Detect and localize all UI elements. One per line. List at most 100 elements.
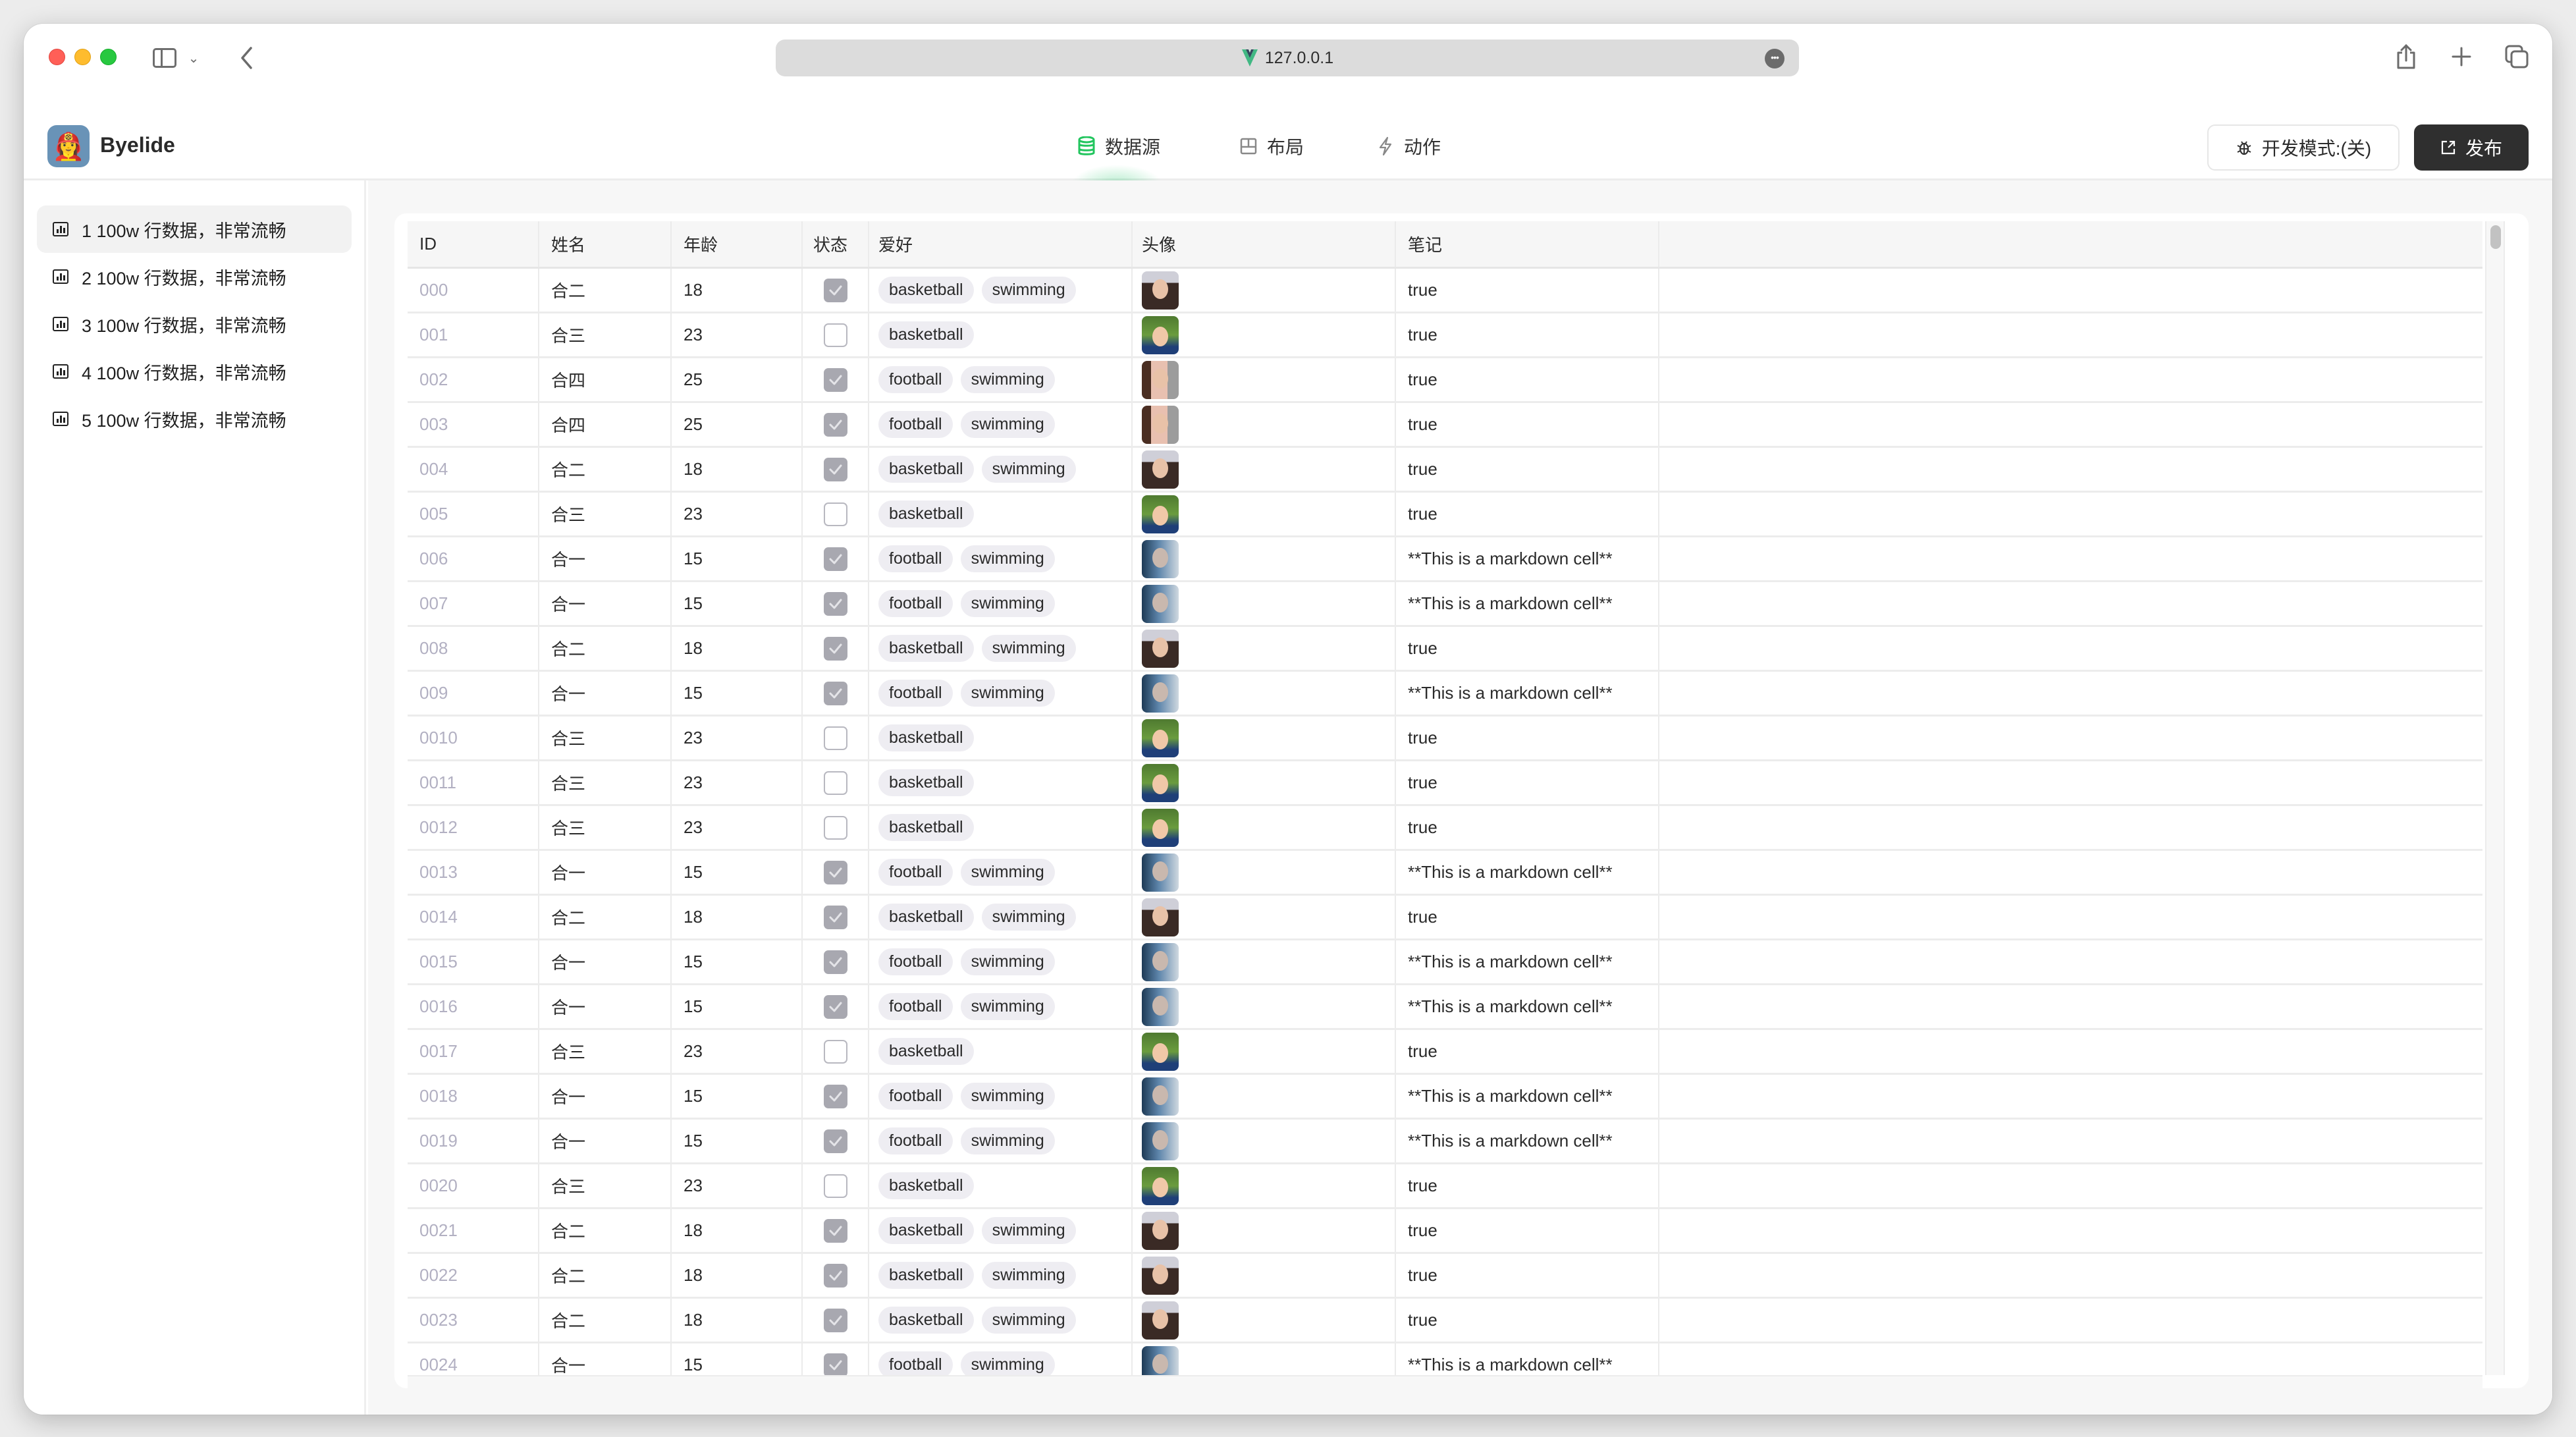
status-checkbox[interactable] <box>823 1353 847 1375</box>
cell-age: 18 <box>672 1299 803 1342</box>
sidebar-menu-chevron-icon[interactable]: ⌄ <box>186 43 201 72</box>
status-checkbox[interactable] <box>823 591 847 616</box>
horizontal-scrollbar[interactable] <box>408 1375 2482 1388</box>
table-row[interactable]: 005 合三 23 basketball true <box>408 493 2482 537</box>
tab-overview-button[interactable] <box>2504 42 2530 71</box>
close-window-button[interactable] <box>49 49 65 65</box>
vertical-scrollbar[interactable] <box>2485 221 2505 1375</box>
status-checkbox[interactable] <box>823 1308 847 1332</box>
column-header-name[interactable]: 姓名 <box>539 221 672 267</box>
table-row[interactable]: 0014 合二 18 basketball swimming true <box>408 896 2482 940</box>
cell-id: 0023 <box>408 1299 539 1342</box>
sidebar-item[interactable]: 5 100w 行数据，非常流畅 <box>37 395 352 443</box>
table-row[interactable]: 0016 合一 15 football swimming **This is a mark… <box>408 985 2482 1030</box>
table-row[interactable]: 0023 合二 18 basketball swimming true <box>408 1299 2482 1343</box>
status-checkbox[interactable] <box>823 905 847 929</box>
publish-button[interactable]: 发布 <box>2414 124 2529 171</box>
table-row[interactable]: 0012 合三 23 basketball true <box>408 806 2482 851</box>
sidebar-item[interactable]: 3 100w 行数据，非常流畅 <box>37 300 352 348</box>
table-row[interactable]: 0011 合三 23 basketball true <box>408 761 2482 806</box>
status-checkbox[interactable] <box>823 994 847 1019</box>
status-checkbox[interactable] <box>823 457 847 481</box>
status-checkbox[interactable] <box>823 1263 847 1288</box>
cell-filler <box>1659 896 2482 938</box>
status-checkbox[interactable] <box>823 950 847 974</box>
cell-id: 002 <box>408 358 539 401</box>
ellipsis-icon[interactable]: ••• <box>1765 49 1784 68</box>
table-row[interactable]: 001 合三 23 basketball true <box>408 313 2482 358</box>
column-header-status[interactable]: 状态 <box>803 221 869 267</box>
sidebar-item[interactable]: 4 100w 行数据，非常流畅 <box>37 348 352 395</box>
sidebar-item[interactable]: 2 100w 行数据，非常流畅 <box>37 253 352 300</box>
cell-avatar <box>1133 896 1396 938</box>
status-checkbox[interactable] <box>823 278 847 302</box>
cell-hobbies: basketball swimming <box>869 1209 1133 1252</box>
table-row[interactable]: 0013 合一 15 football swimming **This is a mark… <box>408 851 2482 896</box>
table-row[interactable]: 008 合二 18 basketball swimming true <box>408 627 2482 672</box>
column-header-age[interactable]: 年龄 <box>672 221 803 267</box>
status-checkbox[interactable] <box>823 1218 847 1243</box>
tab-actions[interactable]: 动作 <box>1356 132 1461 161</box>
table-row[interactable]: 002 合四 25 football swimming true <box>408 358 2482 403</box>
status-checkbox[interactable] <box>823 1039 847 1064</box>
share-button[interactable] <box>2393 42 2419 71</box>
status-checkbox[interactable] <box>823 1129 847 1153</box>
sidebar-toggle-button[interactable] <box>150 43 179 72</box>
status-checkbox[interactable] <box>823 681 847 705</box>
column-header-avatar[interactable]: 头像 <box>1133 221 1396 267</box>
table-row[interactable]: 006 合一 15 football swimming **This is a markd… <box>408 537 2482 582</box>
status-checkbox[interactable] <box>823 412 847 437</box>
cell-hobbies: basketball swimming <box>869 269 1133 312</box>
cell-name: 合二 <box>539 1209 672 1252</box>
table-row[interactable]: 0022 合二 18 basketball swimming true <box>408 1254 2482 1299</box>
table-row[interactable]: 0021 合二 18 basketball swimming true <box>408 1209 2482 1254</box>
status-checkbox[interactable] <box>823 726 847 750</box>
main-tabs: 数据源 布局 动作 <box>1071 132 1461 187</box>
table-row[interactable]: 009 合一 15 football swimming **This is a markd… <box>408 672 2482 717</box>
address-bar[interactable]: 127.0.0.1 ••• <box>776 40 1799 76</box>
table-row[interactable]: 000 合二 18 basketball swimming true <box>408 269 2482 313</box>
status-checkbox[interactable] <box>823 1174 847 1198</box>
cell-age: 15 <box>672 672 803 715</box>
new-tab-button[interactable] <box>2448 42 2475 71</box>
status-checkbox[interactable] <box>823 502 847 526</box>
back-button[interactable] <box>233 43 259 72</box>
cell-age: 15 <box>672 940 803 983</box>
table-row[interactable]: 0020 合三 23 basketball true <box>408 1164 2482 1209</box>
status-checkbox[interactable] <box>823 1084 847 1108</box>
status-checkbox[interactable] <box>823 323 847 347</box>
table-row[interactable]: 0010 合三 23 basketball true <box>408 717 2482 761</box>
sidebar-item[interactable]: 1 100w 行数据，非常流畅 <box>37 205 352 253</box>
table-row[interactable]: 0019 合一 15 football swimming **This is a mark… <box>408 1120 2482 1164</box>
hobby-tag: swimming <box>981 1262 1076 1289</box>
status-checkbox[interactable] <box>823 547 847 571</box>
minimize-window-button[interactable] <box>74 49 91 65</box>
table-row[interactable]: 0015 合一 15 football swimming **This is a mark… <box>408 940 2482 985</box>
cell-avatar <box>1133 1254 1396 1297</box>
column-header-notes[interactable]: 笔记 <box>1396 221 1659 267</box>
table-row[interactable]: 004 合二 18 basketball swimming true <box>408 448 2482 493</box>
tab-layout[interactable]: 布局 <box>1220 132 1324 161</box>
status-checkbox[interactable] <box>823 815 847 840</box>
cell-hobbies: basketball swimming <box>869 627 1133 670</box>
table-row[interactable]: 007 合一 15 football swimming **This is a markd… <box>408 582 2482 627</box>
zoom-window-button[interactable] <box>100 49 117 65</box>
tab-data-source[interactable]: 数据源 <box>1071 132 1180 187</box>
cell-age: 23 <box>672 313 803 356</box>
table-row[interactable]: 0017 合三 23 basketball true <box>408 1030 2482 1075</box>
column-header-id[interactable]: ID <box>408 221 539 267</box>
table-row[interactable]: 003 合四 25 football swimming true <box>408 403 2482 448</box>
table-row[interactable]: 0018 合一 15 football swimming **This is a mark… <box>408 1075 2482 1120</box>
cell-id: 000 <box>408 269 539 312</box>
cell-id: 0014 <box>408 896 539 938</box>
scrollbar-thumb[interactable] <box>2490 225 2501 249</box>
share-icon <box>2397 43 2415 69</box>
status-checkbox[interactable] <box>823 636 847 661</box>
table-row[interactable]: 0024 合一 15 football swimming **This is a mark… <box>408 1343 2482 1375</box>
status-checkbox[interactable] <box>823 771 847 795</box>
status-checkbox[interactable] <box>823 860 847 884</box>
status-checkbox[interactable] <box>823 367 847 392</box>
column-header-hobbies[interactable]: 爱好 <box>869 221 1133 267</box>
cell-name: 合三 <box>539 717 672 759</box>
dev-mode-toggle-button[interactable]: 开发模式:(关) <box>2207 124 2400 171</box>
